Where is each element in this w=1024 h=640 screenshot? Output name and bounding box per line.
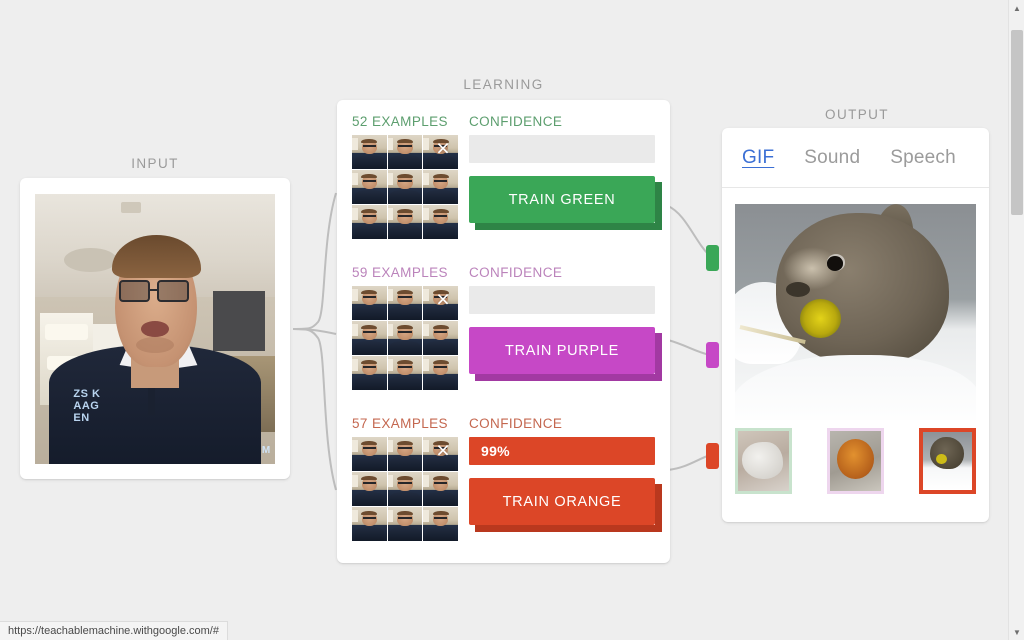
- button-edge-bottom: [475, 525, 662, 532]
- webcam-frame: ZS K AAG EN M: [35, 194, 275, 464]
- status-bar: https://teachablemachine.withgoogle.com/…: [0, 621, 228, 640]
- examples-count-orange: 57 EXAMPLES: [352, 416, 448, 431]
- app-canvas: INPUT ZS K AAG EN M LEARNING 52 EXAMPLES…: [0, 0, 1024, 640]
- learning-section-label: LEARNING: [463, 77, 544, 92]
- confidence-label-purple: CONFIDENCE: [469, 265, 563, 280]
- output-card: GIF Sound Speech: [722, 128, 989, 522]
- output-thumbnail-purple[interactable]: [827, 428, 884, 494]
- train-orange-button[interactable]: TRAIN ORANGE: [469, 478, 662, 532]
- status-bar-url: https://teachablemachine.withgoogle.com/…: [8, 625, 219, 637]
- examples-count-green: 52 EXAMPLES: [352, 114, 448, 129]
- train-orange-label: TRAIN ORANGE: [502, 493, 622, 510]
- confidence-bar-green: [469, 135, 655, 163]
- output-section-label: OUTPUT: [825, 107, 889, 122]
- output-thumbnail-orange[interactable]: [919, 428, 976, 494]
- example-thumbnail-grid-orange[interactable]: ×: [352, 437, 458, 541]
- delete-examples-icon-green[interactable]: ×: [431, 137, 455, 161]
- button-edge-right: [655, 484, 662, 532]
- button-edge-right: [655, 333, 662, 381]
- confidence-label-orange: CONFIDENCE: [469, 416, 563, 431]
- class-row-purple: 59 EXAMPLES CONFIDENCE × TRAIN PURPLE: [337, 265, 670, 415]
- tab-speech[interactable]: Speech: [890, 147, 956, 169]
- example-thumbnail-grid-green[interactable]: ×: [352, 135, 458, 239]
- train-purple-button[interactable]: TRAIN PURPLE: [469, 327, 662, 381]
- output-port-purple: [706, 342, 719, 368]
- confidence-fill-orange: 99%: [469, 437, 655, 465]
- scroll-down-arrow-icon[interactable]: ▼: [1009, 624, 1024, 640]
- button-edge-right: [655, 182, 662, 230]
- button-edge-bottom: [475, 374, 662, 381]
- delete-examples-icon-purple[interactable]: ×: [431, 288, 455, 312]
- scrollbar-thumb[interactable]: [1011, 30, 1023, 215]
- example-thumbnail-grid-purple[interactable]: ×: [352, 286, 458, 390]
- webcam-preview[interactable]: ZS K AAG EN M: [35, 194, 275, 464]
- output-port-green: [706, 245, 719, 271]
- train-green-button[interactable]: TRAIN GREEN: [469, 176, 662, 230]
- output-gif-preview: [735, 204, 976, 420]
- class-row-green: 52 EXAMPLES CONFIDENCE × TRAIN GREEN: [337, 114, 670, 264]
- confidence-value-orange: 99%: [481, 443, 510, 459]
- delete-examples-icon-orange[interactable]: ×: [431, 439, 455, 463]
- output-thumbnail-strip: [735, 428, 976, 498]
- scroll-up-arrow-icon[interactable]: ▲: [1009, 0, 1024, 16]
- confidence-bar-orange: 99%: [469, 437, 655, 465]
- input-section-label: INPUT: [131, 156, 179, 171]
- vertical-scrollbar[interactable]: ▲ ▼: [1008, 0, 1024, 640]
- button-edge-bottom: [475, 223, 662, 230]
- input-card: ZS K AAG EN M: [20, 178, 290, 479]
- train-green-label: TRAIN GREEN: [508, 191, 616, 208]
- confidence-label-green: CONFIDENCE: [469, 114, 563, 129]
- class-row-orange: 57 EXAMPLES CONFIDENCE × 99% TRAIN ORANG…: [337, 416, 670, 566]
- confidence-bar-purple: [469, 286, 655, 314]
- train-purple-label: TRAIN PURPLE: [505, 342, 619, 359]
- examples-count-purple: 59 EXAMPLES: [352, 265, 448, 280]
- learning-card: 52 EXAMPLES CONFIDENCE × TRAIN GREEN 59 …: [337, 100, 670, 563]
- tab-gif[interactable]: GIF: [742, 147, 774, 169]
- tab-sound[interactable]: Sound: [804, 147, 860, 169]
- output-tabs: GIF Sound Speech: [722, 128, 989, 188]
- output-port-orange: [706, 443, 719, 469]
- output-thumbnail-green[interactable]: [735, 428, 792, 494]
